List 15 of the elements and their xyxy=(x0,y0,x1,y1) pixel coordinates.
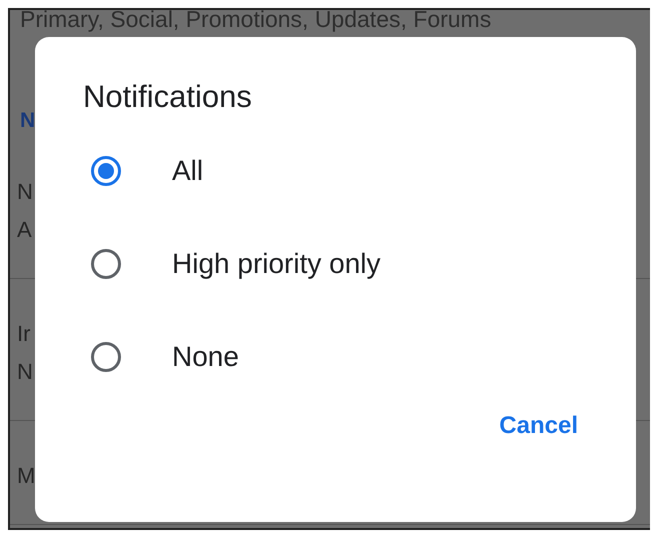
radio-button[interactable] xyxy=(91,156,121,186)
setting-title: N xyxy=(17,180,33,204)
radio-button[interactable] xyxy=(91,342,121,372)
section-header: N xyxy=(20,109,36,133)
setting-title: M xyxy=(17,464,36,488)
radio-button[interactable] xyxy=(91,248,121,278)
option-label[interactable]: High priority only xyxy=(172,248,381,280)
option-label[interactable]: All xyxy=(172,154,204,186)
category-list-text: Primary, Social, Promotions, Updates, Forums xyxy=(20,10,492,31)
cancel-button[interactable]: Cancel xyxy=(493,408,584,444)
dialog-title: Notifications xyxy=(83,78,253,116)
setting-subtitle: A xyxy=(17,218,32,242)
setting-subtitle: N xyxy=(17,360,33,384)
option-label[interactable]: None xyxy=(172,340,239,372)
setting-title: Ir xyxy=(17,322,30,346)
